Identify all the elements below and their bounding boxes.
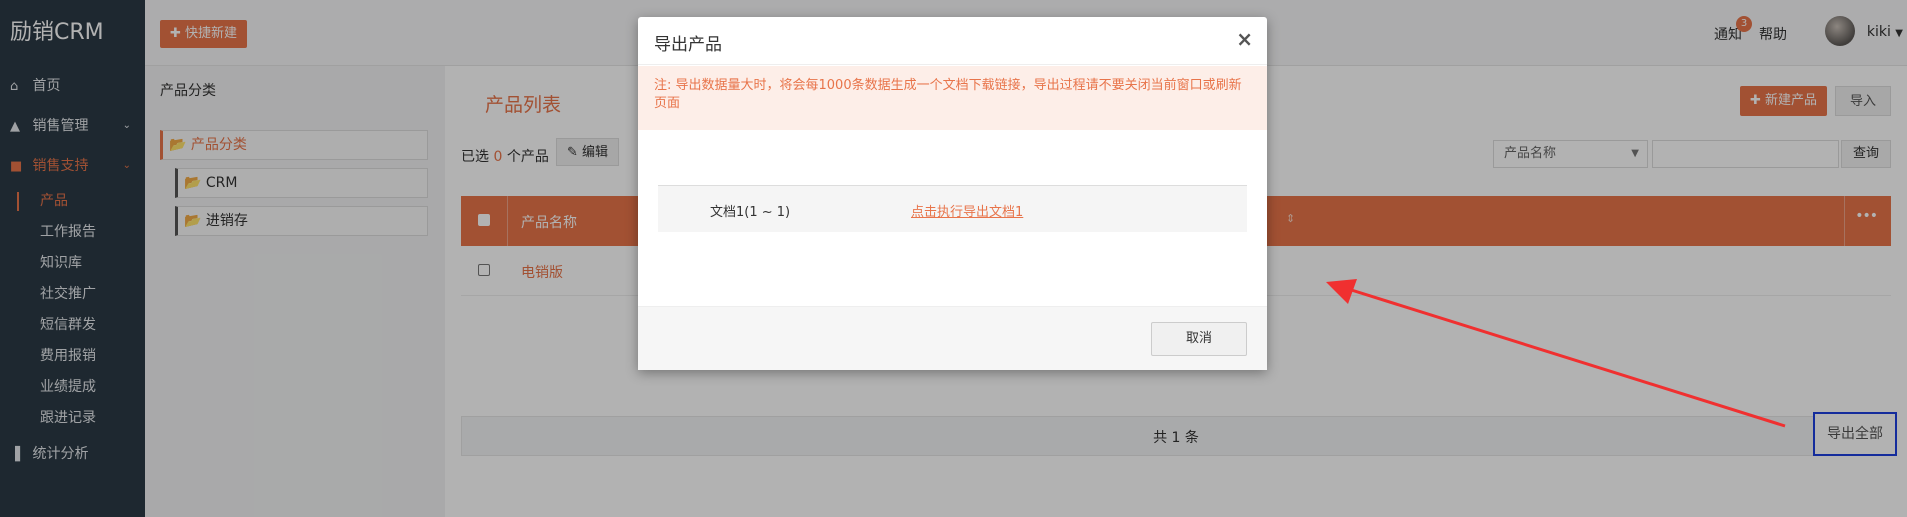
export-warning: 注: 导出数据量大时，将会每1000条数据生成一个文档下载链接，导出过程请不要关… — [638, 66, 1267, 130]
export-document-link[interactable]: 点击执行导出文档1 — [911, 201, 1023, 220]
cancel-button[interactable]: 取消 — [1151, 322, 1247, 356]
document-row: 文档1(1 ~ 1) 点击执行导出文档1 — [658, 185, 1247, 232]
dialog-title: 导出产品 — [654, 35, 722, 55]
dialog-footer: 取消 — [638, 306, 1267, 370]
document-name: 文档1(1 ~ 1) — [710, 205, 791, 220]
dialog-header: 导出产品 × — [638, 17, 1267, 65]
export-products-dialog: 导出产品 × 注: 导出数据量大时，将会每1000条数据生成一个文档下载链接，导… — [638, 17, 1267, 370]
close-icon[interactable]: × — [1236, 27, 1253, 51]
